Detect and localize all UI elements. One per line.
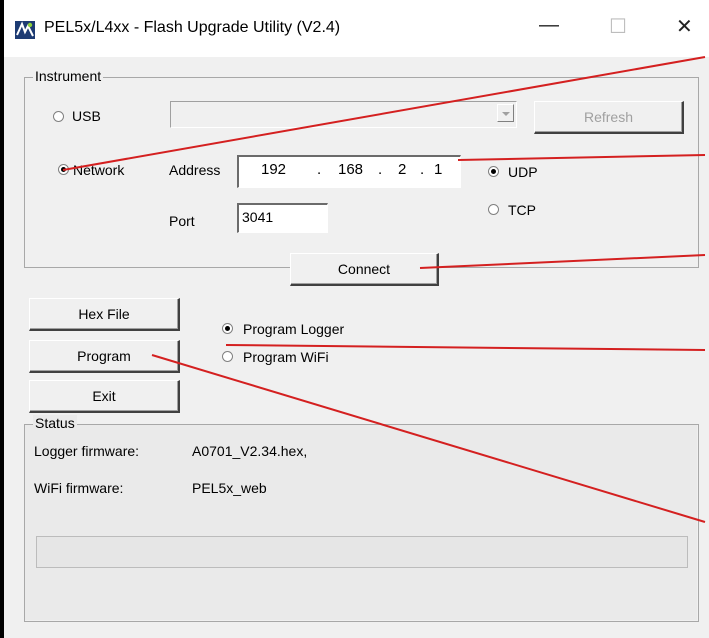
ip-octet-1: 192 — [261, 161, 287, 178]
usb-label: USB — [72, 108, 101, 124]
minimize-icon[interactable]: — — [539, 14, 559, 37]
program-button[interactable]: Program — [29, 340, 180, 373]
upgrade-progress-bar — [36, 536, 688, 568]
flash-upgrade-window: PEL5x/L4xx - Flash Upgrade Utility (V2.4… — [0, 0, 709, 638]
ip-dot-1: . — [317, 161, 322, 178]
connect-button[interactable]: Connect — [290, 253, 439, 286]
close-icon[interactable]: ✕ — [676, 14, 693, 39]
program-wifi-radio[interactable] — [222, 351, 233, 362]
status-legend: Status — [33, 415, 77, 431]
udp-label: UDP — [508, 164, 538, 180]
wifi-firmware-value: PEL5x_web — [192, 480, 267, 496]
wifi-firmware-label: WiFi firmware: — [34, 480, 124, 496]
window-title: PEL5x/L4xx - Flash Upgrade Utility (V2.4… — [44, 19, 341, 36]
program-logger-label: Program Logger — [243, 321, 345, 337]
port-field[interactable]: 3041 — [237, 203, 328, 233]
port-value: 3041 — [242, 209, 274, 225]
usb-radio[interactable] — [53, 111, 64, 122]
address-label: Address — [169, 162, 221, 178]
tcp-label: TCP — [508, 202, 536, 218]
ip-octet-4: 1 — [434, 161, 443, 178]
title-bar: PEL5x/L4xx - Flash Upgrade Utility (V2.4… — [4, 0, 709, 57]
network-radio[interactable] — [58, 164, 69, 175]
logger-firmware-value: A0701_V2.34.hex, — [192, 443, 308, 459]
ip-dot-3: . — [420, 161, 425, 178]
udp-radio[interactable] — [488, 166, 499, 177]
chevron-down-icon[interactable] — [497, 104, 514, 122]
tcp-radio[interactable] — [488, 204, 499, 215]
network-label: Network — [73, 162, 125, 178]
ip-dot-2: . — [378, 161, 383, 178]
program-wifi-label: Program WiFi — [243, 349, 329, 365]
maximize-icon[interactable]: ☐ — [609, 14, 627, 39]
hex-file-button[interactable]: Hex File — [29, 298, 180, 331]
app-icon — [15, 21, 35, 39]
ip-octet-3: 2 — [398, 161, 407, 178]
instrument-legend: Instrument — [33, 68, 104, 84]
port-label: Port — [169, 213, 195, 229]
program-logger-radio[interactable] — [222, 323, 233, 334]
ip-octet-2: 168 — [338, 161, 364, 178]
exit-button[interactable]: Exit — [29, 380, 180, 413]
usb-device-select[interactable] — [170, 101, 517, 128]
logger-firmware-label: Logger firmware: — [34, 443, 140, 459]
refresh-button[interactable]: Refresh — [534, 101, 684, 134]
ip-address-field[interactable]: 192 . 168 . 2 . 1 — [237, 155, 461, 188]
